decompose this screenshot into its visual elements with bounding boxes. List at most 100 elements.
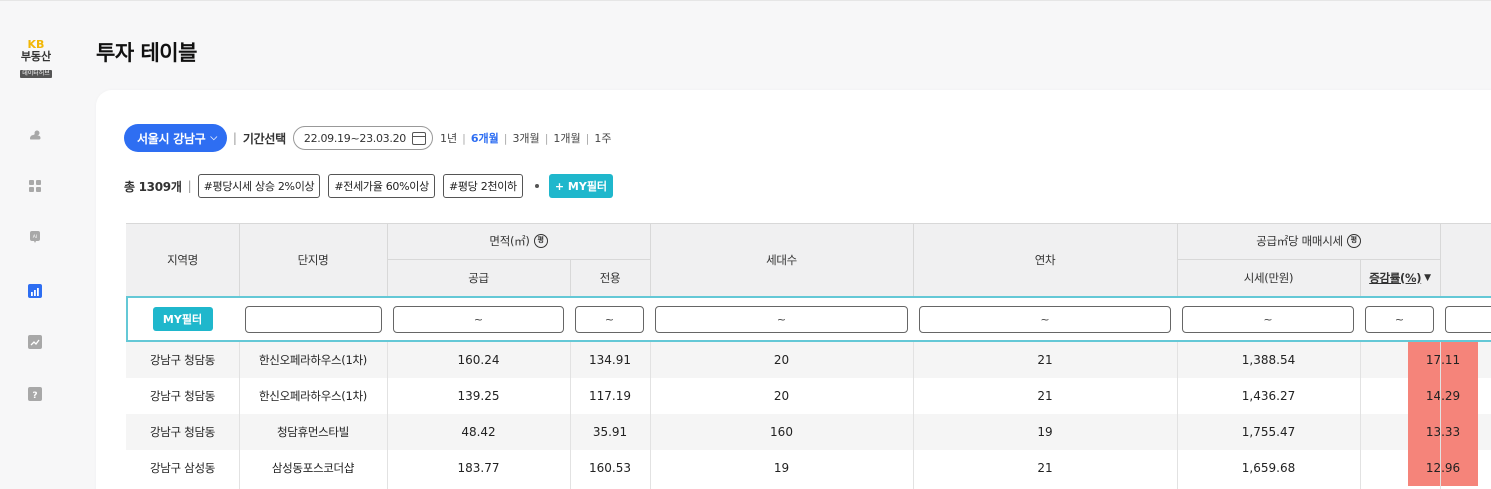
cell-price: 1,755.47 [1241, 425, 1296, 439]
ai-icon[interactable]: AI [28, 230, 42, 244]
period-1m[interactable]: 1개월 [552, 130, 581, 146]
header-area-label: 면적(㎡) [489, 234, 530, 248]
supply-range-input[interactable]: ~ [393, 306, 564, 333]
header-region: 지역명 [126, 223, 239, 296]
period-6m[interactable]: 6개월 [470, 130, 500, 146]
header-complex: 단지명 [239, 223, 387, 296]
cell-price: 1,436.27 [1241, 389, 1296, 403]
tag-row: 총 1309개 | #평당시세 상승 2%이상 #전세가율 60%이상 #평당 … [124, 174, 614, 198]
exclusive-range-input[interactable]: ~ [575, 306, 644, 333]
change-range-input[interactable]: ~ [1365, 306, 1434, 333]
price-range-input[interactable]: ~ [1182, 306, 1354, 333]
svg-text:?: ? [32, 391, 37, 401]
total-count: 총 1309개 [124, 179, 182, 194]
table-row[interactable]: 강남구 청담동 한신오페라하우스(1차) 139.25 117.19 20 21 1,436… [126, 378, 1491, 414]
header-area-supply: 공급 [387, 259, 570, 296]
cell-region: 강남구 청담동 [149, 389, 216, 403]
cell-complex[interactable]: 삼성동포스코더샵 [239, 450, 387, 486]
cell-age: 21 [1037, 389, 1053, 403]
cell-exclusive: 160.53 [589, 461, 631, 475]
cell-supply: 183.77 [457, 461, 500, 475]
households-range-input[interactable]: ~ [655, 306, 908, 333]
region-select-button[interactable]: 서울시 강남구 ⌵ [124, 124, 227, 152]
cell-age: 21 [1037, 461, 1053, 475]
chevron-down-icon: ⌵ [210, 133, 217, 143]
cell-change: 17.11 [1408, 342, 1478, 378]
cell-supply: 48.42 [461, 425, 496, 439]
calendar-icon [411, 131, 426, 145]
cell-change: 14.29 [1408, 378, 1478, 414]
cell-supply: 160.24 [457, 353, 500, 367]
cell-price: 1,659.68 [1241, 461, 1296, 475]
region-label: 서울시 강남구 [137, 131, 206, 146]
period-label: 기간선택 [242, 131, 286, 146]
weather-icon[interactable] [28, 128, 42, 142]
table-row[interactable]: 강남구 삼성동 삼성동포스코더샵 183.77 160.53 19 21 1,659.68 1… [126, 450, 1491, 486]
cell-households: 19 [773, 461, 790, 475]
header-price-group-label: 공급㎡당 매매시세 [1256, 234, 1343, 248]
cell-change: 12.96 [1408, 450, 1478, 486]
trend-icon[interactable] [28, 335, 42, 349]
header-households: 세대수 [650, 223, 913, 296]
cell-households: 160 [770, 425, 793, 439]
logo-datahub: 데이터허브 [20, 70, 52, 78]
cell-price: 1,388.54 [1241, 353, 1296, 367]
header-area: 면적(㎡) 평 [387, 223, 650, 259]
table-row[interactable]: 강남구 청담동 한신오페라하우스(1차) 160.24 134.91 20 21 1,388… [126, 342, 1491, 378]
next-column-input[interactable] [1445, 306, 1491, 333]
cell-households: 20 [773, 389, 790, 403]
my-filter-cell: MY필터 [126, 296, 239, 342]
cell-complex[interactable]: 한신오페라하우스(1차) [239, 378, 387, 414]
filter-row: 서울시 강남구 ⌵ | 기간선택 22.09.19~23.03.20 1년 | … [124, 124, 613, 152]
cell-exclusive: 117.19 [589, 389, 631, 403]
cell-complex[interactable]: 청담휴먼스타빌 [239, 414, 387, 450]
cell-complex[interactable]: 한신오페라하우스(1차) [239, 342, 387, 378]
main-card: 서울시 강남구 ⌵ | 기간선택 22.09.19~23.03.20 1년 | … [96, 90, 1491, 489]
cell-exclusive: 134.91 [589, 353, 631, 367]
header-age: 연차 [913, 223, 1177, 296]
date-range-picker[interactable]: 22.09.19~23.03.20 [292, 126, 433, 150]
header-price-group: 공급㎡당 매매시세 평 [1177, 223, 1440, 259]
header-price: 시세(만원) [1177, 259, 1360, 296]
logo-realestate: 부동산 [20, 50, 52, 63]
cell-age: 21 [1037, 353, 1053, 367]
complex-filter-input[interactable] [245, 306, 382, 333]
unit-toggle-icon[interactable]: 평 [1346, 234, 1361, 248]
period-3m[interactable]: 3개월 [511, 130, 540, 146]
cell-region: 강남구 청담동 [149, 353, 216, 367]
sidebar: KB 부동산 데이터허브 AI ? [0, 1, 70, 489]
cell-change: 13.33 [1408, 414, 1478, 450]
cell-exclusive: 35.91 [592, 425, 628, 439]
chart-bar-icon[interactable] [28, 284, 42, 298]
tag-jeonse-ratio[interactable]: #전세가율 60%이상 [328, 174, 435, 198]
my-filter-button[interactable]: MY필터 [152, 307, 213, 331]
add-my-filter-button[interactable]: + MY필터 [548, 174, 614, 198]
period-1w[interactable]: 1주 [593, 130, 612, 146]
header-next [1440, 223, 1491, 296]
tag-price-rise[interactable]: #평당시세 상승 2%이상 [197, 174, 321, 198]
cell-households: 20 [773, 353, 790, 367]
header-area-exclusive: 전용 [570, 259, 650, 296]
cell-supply: 139.25 [457, 389, 500, 403]
logo-kb: KB [27, 38, 45, 51]
question-icon[interactable]: ? [28, 387, 42, 401]
tag-per-pyeong[interactable]: #평당 2천이하 [442, 174, 523, 198]
divider: | [232, 131, 237, 145]
age-range-input[interactable]: ~ [919, 306, 1171, 333]
svg-text:AI: AI [33, 234, 37, 240]
separator-dot [534, 184, 539, 188]
cell-region: 강남구 청담동 [149, 425, 216, 439]
header-change-label[interactable]: 증감률(%) [1369, 270, 1421, 286]
grid-icon[interactable] [28, 179, 42, 193]
period-1y[interactable]: 1년 [439, 130, 458, 146]
header-change[interactable]: 증감률(%) ▼ [1360, 259, 1440, 296]
table-row[interactable]: 강남구 청담동 청담휴먼스타빌 48.42 35.91 160 19 1,755.47 13.… [126, 414, 1491, 450]
date-range-text: 22.09.19~23.03.20 [303, 131, 406, 145]
period-quick-select: 1년 | 6개월 | 3개월 | 1개월 | 1주 [439, 130, 612, 146]
sort-down-icon[interactable]: ▼ [1424, 273, 1431, 283]
kb-logo[interactable]: KB 부동산 데이터허브 [14, 39, 58, 78]
divider: | [187, 179, 192, 193]
cell-age: 19 [1037, 425, 1053, 439]
unit-toggle-icon[interactable]: 평 [533, 234, 548, 248]
cell-region: 강남구 삼성동 [149, 461, 216, 475]
